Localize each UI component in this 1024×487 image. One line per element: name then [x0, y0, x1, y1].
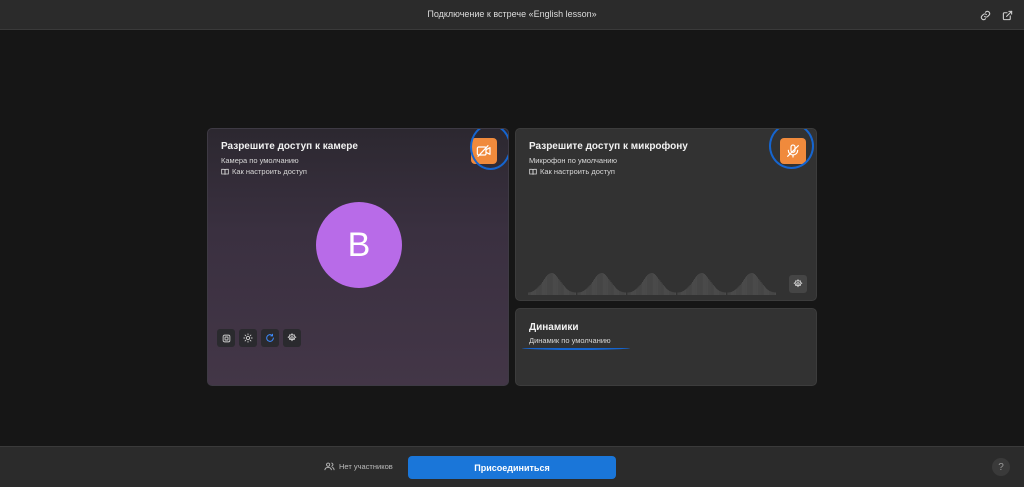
speakers-card: Динамики Динамик по умолчанию	[515, 308, 817, 386]
camera-device: Камера по умолчанию	[221, 156, 299, 165]
camera-help-link[interactable]: Как настроить доступ	[221, 167, 307, 176]
annotation-circle	[769, 129, 814, 169]
audio-waveform	[528, 273, 776, 295]
speakers-device[interactable]: Динамик по умолчанию	[529, 336, 611, 345]
annotation-underline	[522, 346, 630, 350]
link-icon[interactable]	[979, 9, 992, 22]
avatar: B	[316, 202, 402, 288]
book-icon	[529, 168, 537, 175]
camera-help-link-label: Как настроить доступ	[232, 167, 307, 176]
microphone-card: Разрешите доступ к микрофону Микрофон по…	[515, 128, 817, 301]
top-bar: Подключение к встрече «English lesson»	[0, 0, 1024, 30]
camera-title: Разрешите доступ к камере	[221, 141, 358, 152]
participants-indicator: Нет участников	[324, 461, 393, 472]
brightness-icon[interactable]	[239, 329, 257, 347]
main-area: Разрешите доступ к камере Камера по умол…	[0, 31, 1024, 446]
book-icon	[221, 168, 229, 175]
microphone-settings-icon[interactable]	[789, 275, 807, 293]
speakers-title: Динамики	[529, 322, 579, 333]
participants-label: Нет участников	[339, 462, 393, 471]
microphone-device: Микрофон по умолчанию	[529, 156, 618, 165]
external-link-icon[interactable]	[1001, 9, 1014, 22]
bottom-bar: Нет участников Присоединиться ?	[0, 446, 1024, 487]
settings-icon[interactable]	[283, 329, 301, 347]
users-icon	[324, 462, 335, 471]
camera-toolbar	[217, 329, 301, 347]
microphone-help-link[interactable]: Как настроить доступ	[529, 167, 615, 176]
meeting-title: Подключение к встрече «English lesson»	[427, 9, 597, 19]
annotation-circle	[470, 129, 508, 170]
help-button[interactable]: ?	[992, 458, 1010, 476]
grid-icon[interactable]	[217, 329, 235, 347]
flip-icon[interactable]	[261, 329, 279, 347]
camera-card: Разрешите доступ к камере Камера по умол…	[207, 128, 509, 386]
microphone-help-link-label: Как настроить доступ	[540, 167, 615, 176]
join-button[interactable]: Присоединиться	[408, 456, 616, 479]
microphone-title: Разрешите доступ к микрофону	[529, 141, 688, 152]
